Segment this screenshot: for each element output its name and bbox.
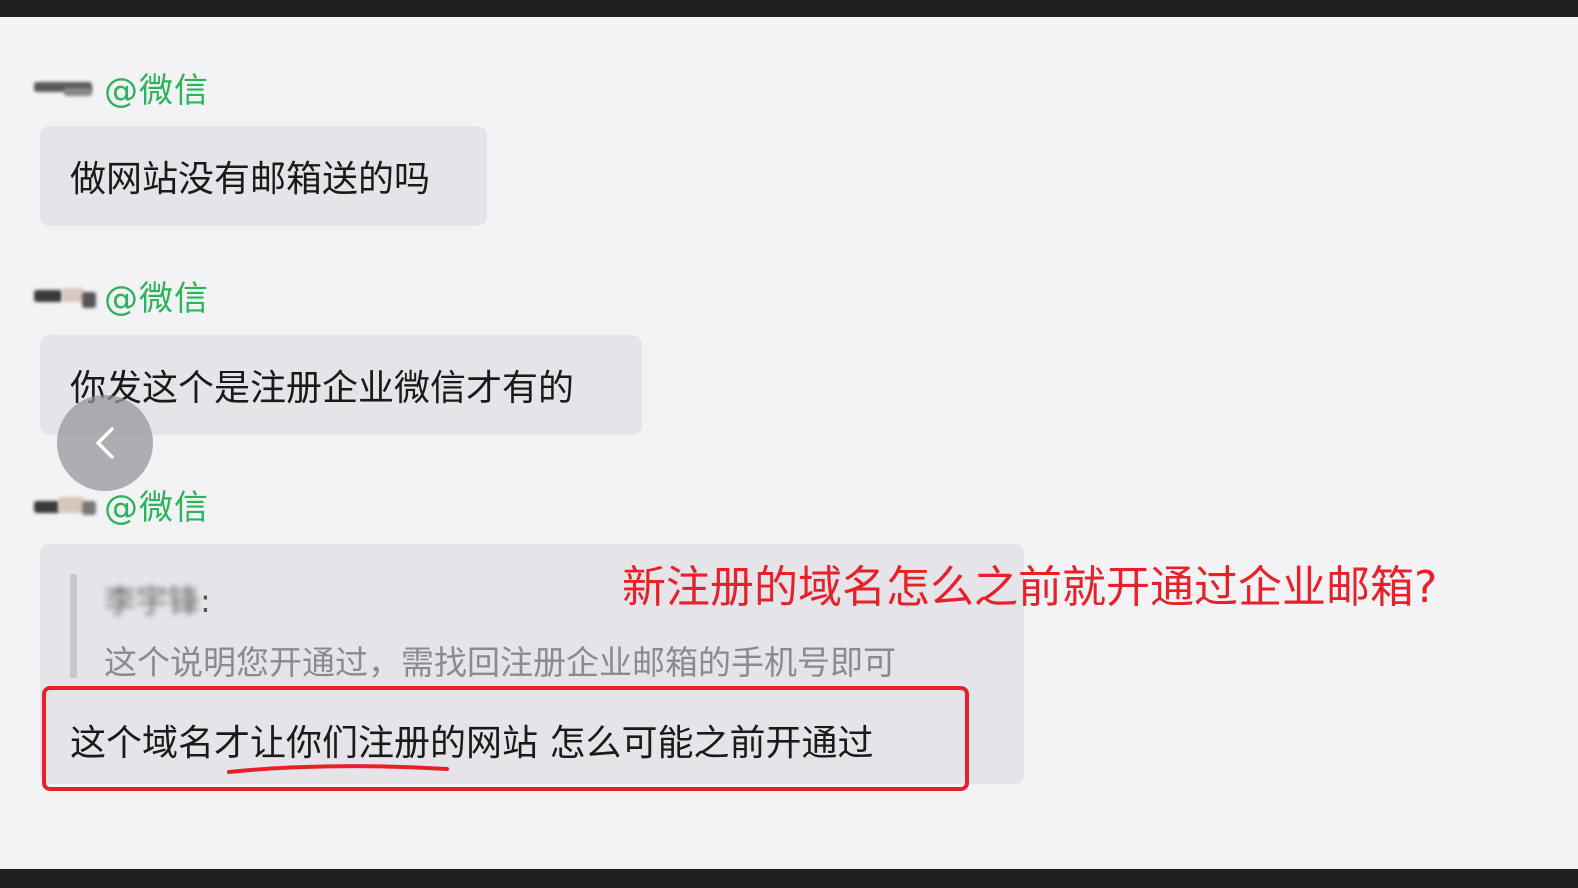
sender-source-label: @微信	[104, 278, 209, 319]
quote-bar	[70, 574, 77, 678]
bottom-bar	[0, 869, 1578, 888]
quoted-message-text: 这个说明您开通过，需找回注册企业邮箱的手机号即可	[104, 643, 896, 682]
message-text: 做网站没有邮箱送的吗	[70, 159, 431, 200]
annotation-highlight-box	[42, 686, 969, 791]
message-sender: @微信	[34, 65, 209, 111]
message-sender: @微信	[34, 482, 209, 528]
sender-source-label: @微信	[104, 70, 209, 111]
annotation-text: 新注册的域名怎么之前就开通过企业邮箱?	[622, 562, 1438, 613]
sender-name-redacted	[34, 284, 96, 308]
message-bubble[interactable]: 做网站没有邮箱送的吗	[40, 126, 487, 226]
sender-name-redacted	[34, 76, 96, 98]
chevron-left-icon	[96, 427, 114, 459]
quoted-sender-name: 李宇锋:	[104, 582, 211, 620]
message-text: 你发这个是注册企业微信才有的	[70, 368, 575, 409]
chat-screenshot: @微信 做网站没有邮箱送的吗 @微信 你发这个是注册企业微信才有的 @微信 李宇…	[0, 17, 1578, 869]
annotation-underline	[227, 764, 449, 774]
message-sender: @微信	[34, 273, 209, 319]
back-button[interactable]	[57, 395, 153, 491]
sender-name-redacted	[34, 493, 96, 515]
